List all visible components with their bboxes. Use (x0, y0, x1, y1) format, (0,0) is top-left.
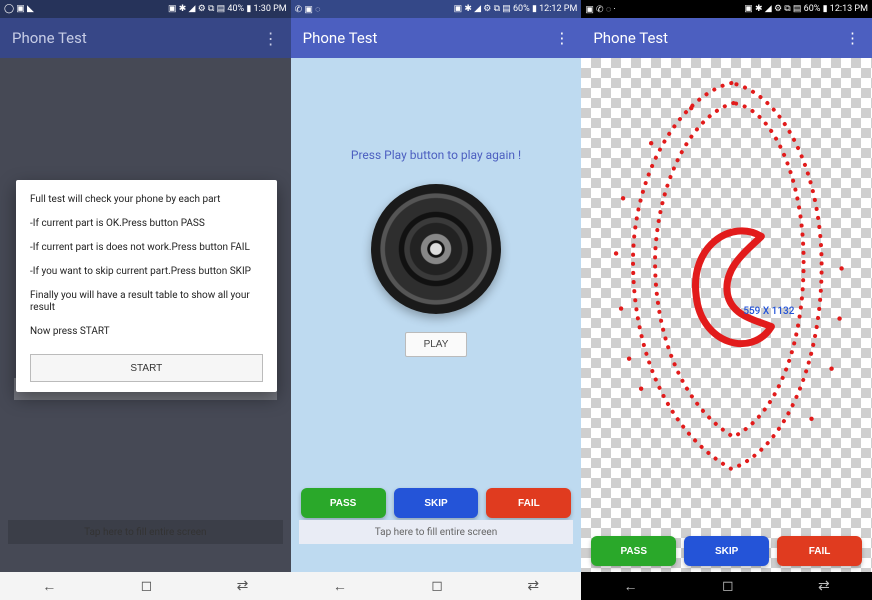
skip-button[interactable]: SKIP (684, 536, 769, 566)
nav-back-icon[interactable]: ← (624, 578, 638, 595)
touch-trace (581, 58, 872, 539)
app-bar: Phone Test ⋮ (581, 18, 872, 58)
pass-button[interactable]: PASS (591, 536, 676, 566)
touch-canvas[interactable]: 559 X 1132 PASS SKIP FAIL (581, 58, 872, 572)
status-right-info: ▣ ✱ ◢ ⚙ ⧉ ▤ 40% ▮ 1:30 PM (168, 4, 287, 14)
start-button[interactable]: START (30, 354, 263, 382)
dimmed-content: FULL TEST Full test will check your phon… (0, 58, 291, 572)
nav-bar: ← ◻ ⇄ (0, 572, 291, 600)
app-title: Phone Test (303, 29, 378, 47)
status-bar: ▣ ✆ ◌ · ▣ ✱ ◢ ⚙ ⧉ ▤ 60% ▮ 12:13 PM (581, 0, 872, 18)
dialog-line-1: Full test will check your phone by each … (30, 194, 263, 206)
screen-fulltest-dialog: ◯ ▣ ◣ ▣ ✱ ◢ ⚙ ⧉ ▤ 40% ▮ 1:30 PM Phone Te… (0, 0, 291, 600)
overflow-menu-icon[interactable]: ⋮ (554, 29, 569, 47)
status-left-icons: ✆ ▣ ◌ (295, 4, 321, 15)
nav-home-icon[interactable]: ◻ (431, 578, 443, 594)
speaker-test-body: Press Play button to play again ! PLAY P… (291, 58, 582, 572)
skip-button[interactable]: SKIP (394, 488, 479, 518)
dialog-line-2: -If current part is OK.Press button PASS (30, 218, 263, 230)
app-bar: Phone Test ⋮ (0, 18, 291, 58)
overflow-menu-icon[interactable]: ⋮ (845, 29, 860, 47)
fail-button[interactable]: FAIL (777, 536, 862, 566)
nav-bar: ← ◻ ⇄ (291, 572, 582, 600)
play-again-message: Press Play button to play again ! (351, 148, 521, 162)
nav-back-icon[interactable]: ← (333, 578, 347, 595)
status-right-info: ▣ ✱ ◢ ⚙ ⧉ ▤ 60% ▮ 12:12 PM (454, 4, 578, 14)
fulltest-dialog: Full test will check your phone by each … (16, 180, 277, 392)
status-left-icons: ◯ ▣ ◣ (4, 4, 34, 14)
nav-recent-icon[interactable]: ⇄ (237, 578, 249, 594)
result-button-row: PASS SKIP FAIL (301, 488, 572, 518)
app-title: Phone Test (12, 29, 87, 47)
screen-touch-test: ▣ ✆ ◌ · ▣ ✱ ◢ ⚙ ⧉ ▤ 60% ▮ 12:13 PM Phone… (581, 0, 872, 600)
nav-home-icon[interactable]: ◻ (722, 578, 734, 594)
app-title: Phone Test (593, 29, 668, 47)
dialog-line-5: Finally you will have a result table to … (30, 290, 263, 314)
nav-home-icon[interactable]: ◻ (141, 578, 153, 594)
status-left-icons: ▣ ✆ ◌ · (585, 4, 615, 15)
fill-screen-hint[interactable]: Tap here to fill entire screen (8, 520, 283, 544)
status-bar: ✆ ▣ ◌ ▣ ✱ ◢ ⚙ ⧉ ▤ 60% ▮ 12:12 PM (291, 0, 582, 18)
fail-button[interactable]: FAIL (486, 488, 571, 518)
touch-coordinates: 559 X 1132 (743, 306, 794, 317)
play-button[interactable]: PLAY (405, 332, 468, 357)
dialog-line-4: -If you want to skip current part.Press … (30, 266, 263, 278)
nav-recent-icon[interactable]: ⇄ (527, 578, 539, 594)
speaker-icon (371, 184, 501, 314)
nav-back-icon[interactable]: ← (42, 578, 56, 595)
pass-button[interactable]: PASS (301, 488, 386, 518)
nav-bar: ← ◻ ⇄ (581, 572, 872, 600)
nav-recent-icon[interactable]: ⇄ (818, 578, 830, 594)
status-right-info: ▣ ✱ ◢ ⚙ ⧉ ▤ 60% ▮ 12:13 PM (744, 4, 868, 14)
dialog-line-3: -If current part is does not work.Press … (30, 242, 263, 254)
dialog-line-6: Now press START (30, 326, 263, 338)
status-bar: ◯ ▣ ◣ ▣ ✱ ◢ ⚙ ⧉ ▤ 40% ▮ 1:30 PM (0, 0, 291, 18)
screen-speaker-test: ✆ ▣ ◌ ▣ ✱ ◢ ⚙ ⧉ ▤ 60% ▮ 12:12 PM Phone T… (291, 0, 582, 600)
fill-screen-hint[interactable]: Tap here to fill entire screen (299, 520, 574, 544)
overflow-menu-icon[interactable]: ⋮ (263, 29, 279, 48)
result-button-row: PASS SKIP FAIL (591, 536, 862, 566)
app-bar: Phone Test ⋮ (291, 18, 582, 58)
